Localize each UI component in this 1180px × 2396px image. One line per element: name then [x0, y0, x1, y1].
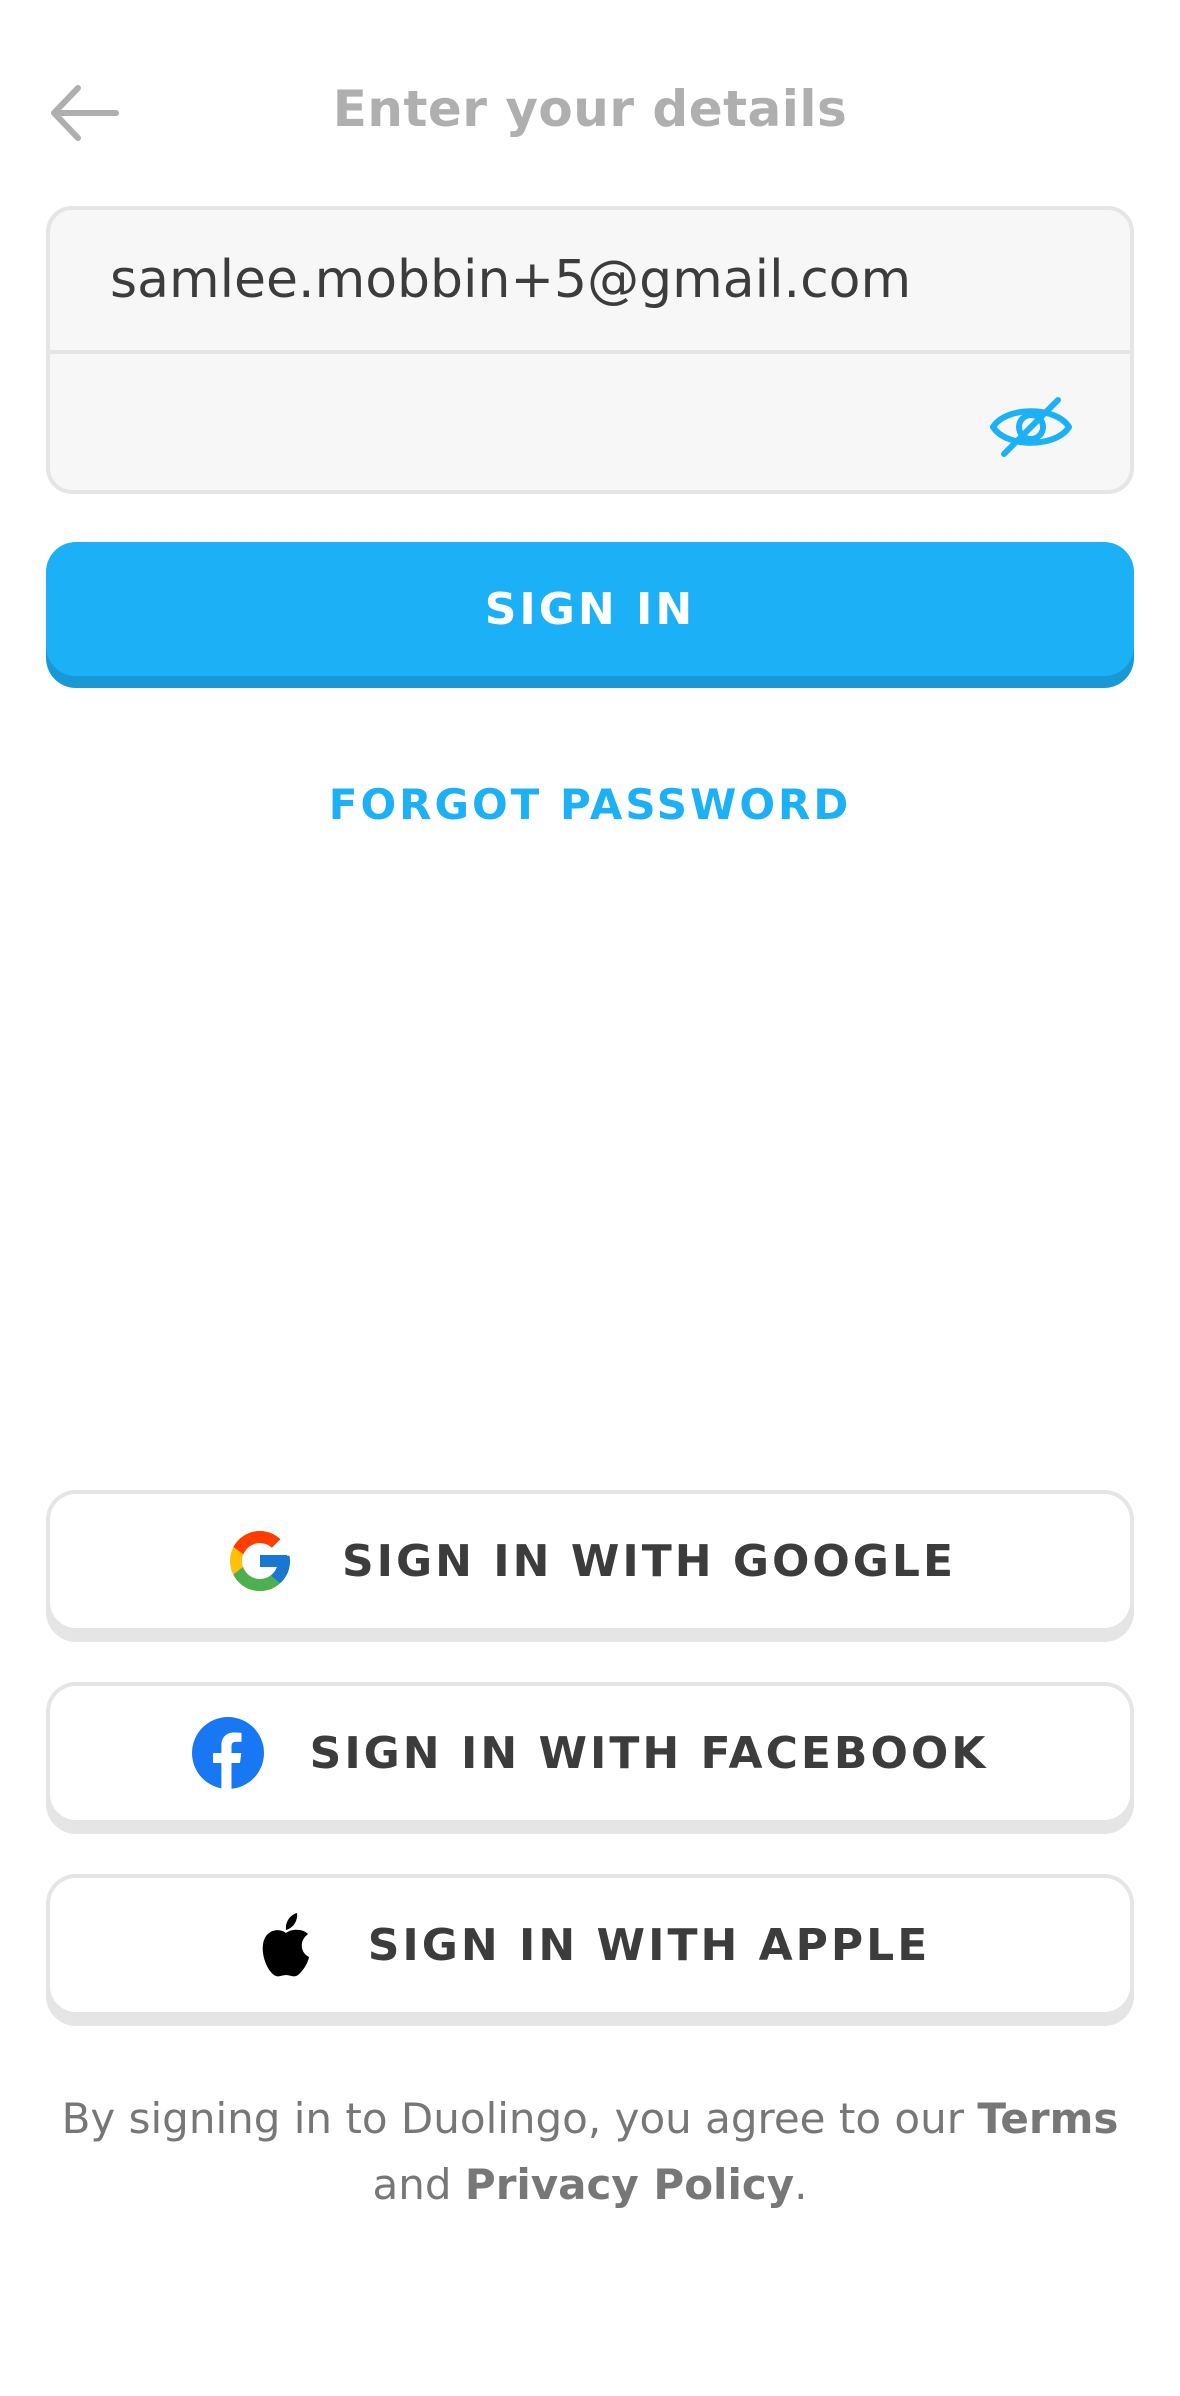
top-bar: Enter your details: [0, 0, 1180, 228]
sign-in-with-google-button[interactable]: SIGN IN WITH GOOGLE: [46, 1490, 1134, 1632]
google-icon: [224, 1525, 296, 1597]
sign-in-with-facebook-button[interactable]: SIGN IN WITH FACEBOOK: [46, 1682, 1134, 1824]
legal-middle: and: [372, 2160, 452, 2209]
sign-in-button[interactable]: SIGN IN: [46, 542, 1134, 676]
legal-suffix: .: [794, 2160, 808, 2209]
credentials-form: [46, 206, 1134, 494]
legal-prefix: By signing in to Duolingo, you agree to …: [61, 2094, 964, 2143]
password-visibility-toggle[interactable]: [988, 394, 1074, 460]
legal-notice: By signing in to Duolingo, you agree to …: [0, 2086, 1180, 2218]
eye-slash-icon: [990, 397, 1072, 457]
sign-in-with-apple-button[interactable]: SIGN IN WITH APPLE: [46, 1874, 1134, 2016]
terms-link[interactable]: Terms: [977, 2094, 1118, 2143]
google-button-label: SIGN IN WITH GOOGLE: [341, 1535, 957, 1587]
password-input[interactable]: [50, 354, 1130, 490]
forgot-password-link[interactable]: FORGOT PASSWORD: [0, 780, 1180, 829]
facebook-icon: [191, 1717, 264, 1789]
apple-icon: [250, 1909, 322, 1981]
privacy-policy-link[interactable]: Privacy Policy: [465, 2160, 794, 2209]
apple-button-label: SIGN IN WITH APPLE: [367, 1919, 931, 1971]
facebook-button-label: SIGN IN WITH FACEBOOK: [309, 1727, 989, 1779]
email-input[interactable]: [50, 210, 1130, 350]
page-title: Enter your details: [332, 80, 848, 138]
